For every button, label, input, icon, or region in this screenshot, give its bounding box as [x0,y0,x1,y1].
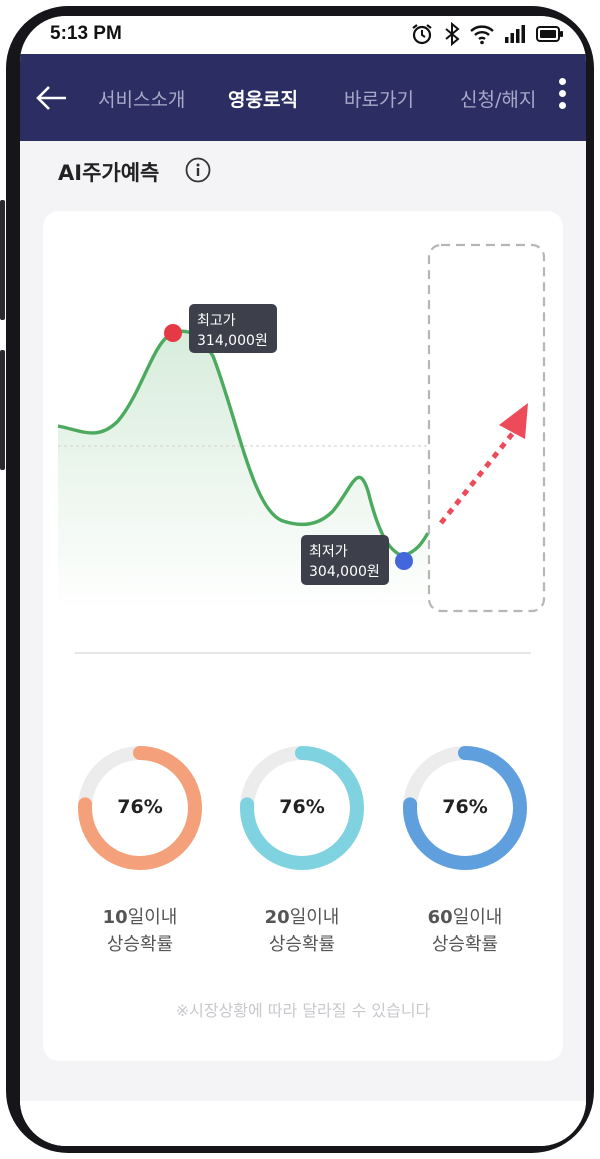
high-marker [164,324,182,342]
disclaimer: ※시장상황에 따라 달라질 수 있습니다 [175,1001,431,1020]
volume-button [0,200,5,320]
tab-hero-logic[interactable]: 영웅로직 [228,85,298,112]
low-value: 304,000원 [309,564,380,580]
alarm-icon [412,24,432,45]
status-time: 5:13 PM [50,23,122,44]
low-marker [395,552,413,570]
top-nav: 서비스소개 영웅로직 바로가기 신청/해지 [20,54,586,141]
back-arrow-icon[interactable] [34,80,70,116]
label-10day: 10일이내 상승확률 [102,907,178,955]
screen: 5:13 PM 서비스소개 영웅로직 바로가기 신청/해지 AI주가예측 최고가… [20,16,586,1146]
tab-subscribe-cancel[interactable]: 신청/해지 [460,85,536,112]
low-label: 최저가 [309,544,348,560]
high-label: 최고가 [197,313,236,329]
tab-service-intro[interactable]: 서비스소개 [98,85,185,112]
signal-icon [505,25,525,43]
more-menu-icon[interactable] [557,78,567,118]
forecast-arrow-head [499,403,528,439]
label-20day: 20일이내 상승확률 [264,907,340,955]
percent-20day: 76% [279,796,325,818]
section-title: AI주가예측 [58,161,160,185]
forecast-arrow-line [439,431,515,525]
tab-shortcut[interactable]: 바로가기 [344,85,414,112]
price-chart: 최고가 314,000원 최저가 304,000원 [57,243,546,654]
bluetooth-icon [445,22,460,46]
bottom-area [20,1101,586,1146]
percent-10day: 76% [117,796,163,818]
prediction-card: 최고가 314,000원 최저가 304,000원 76% 10일이내 상승확률 [43,211,563,1061]
status-bar: 5:13 PM [20,16,586,54]
high-value: 314,000원 [197,333,268,349]
main-content: AI주가예측 최고가 314,000원 최저가 304,000원 76% 10일… [20,141,586,1146]
power-button [0,350,5,470]
percent-60day: 76% [442,796,488,818]
battery-icon [536,26,563,42]
wifi-icon [470,25,494,45]
label-60day: 60일이내 상승확률 [427,907,503,955]
forecast-box [427,243,546,613]
info-icon[interactable] [185,157,211,183]
